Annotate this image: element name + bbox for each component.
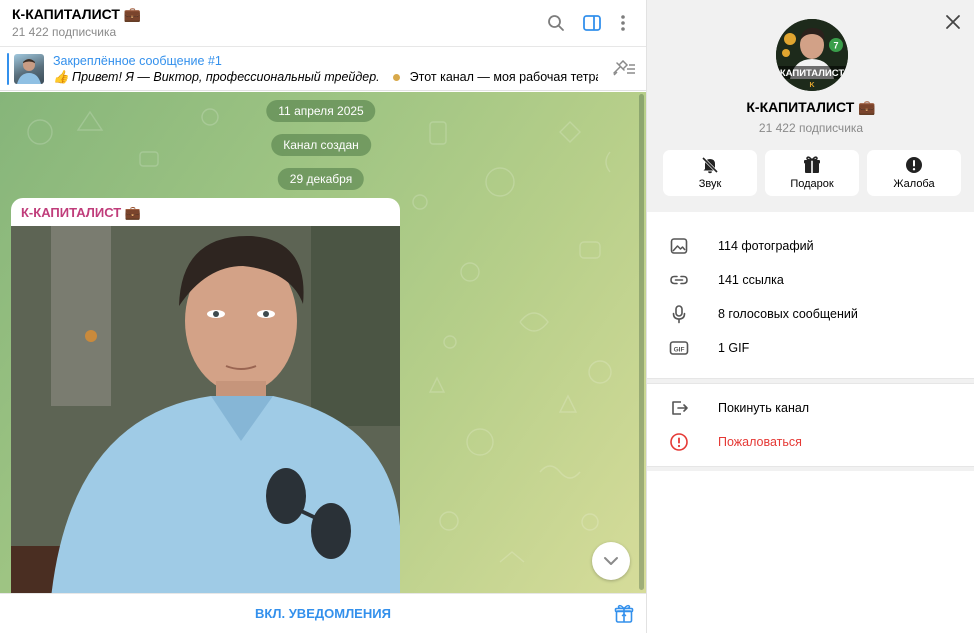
gift-icon[interactable] [614, 604, 634, 624]
pinned-message-bar[interactable]: Закреплённое сообщение #1 👍 Привет! Я — … [0, 47, 646, 91]
leave-channel-label: Покинуть канал [718, 401, 810, 415]
scroll-down-button[interactable] [592, 542, 630, 580]
link-icon [669, 270, 689, 290]
pinned-preview: 👍 Привет! Я — Виктор, профессиональный т… [53, 70, 598, 85]
report-button[interactable]: Жалоба [867, 150, 961, 196]
leave-channel-row[interactable]: Покинуть канал [647, 391, 974, 425]
media-photos-label: 114 фотографий [718, 239, 814, 253]
microphone-icon [669, 304, 689, 324]
chat-title: К-КАПИТАЛИСТ 💼 [12, 6, 142, 22]
report-label: Жалоба [893, 178, 935, 190]
media-photos-row[interactable]: 114 фотографий [647, 229, 974, 263]
pinned-indicator [7, 53, 9, 85]
media-voice-row[interactable]: 8 голосовых сообщений [647, 297, 974, 331]
side-panel-icon[interactable] [581, 12, 603, 34]
channel-actions-list: Покинуть канал Пожаловаться [647, 384, 974, 466]
media-links-label: 141 ссылка [718, 273, 784, 287]
gift-label: Подарок [790, 178, 834, 190]
muted-bell-icon [700, 156, 720, 174]
chat-subscriber-count: 21 422 подписчика [12, 25, 117, 39]
panel-empty-area [647, 471, 974, 633]
svg-text:K: K [809, 82, 814, 89]
more-options-icon[interactable] [612, 12, 634, 34]
post-author[interactable]: К-КАПИТАЛИСТ 💼 [21, 205, 141, 221]
gift-icon [802, 156, 822, 174]
channel-post[interactable]: К-КАПИТАЛИСТ 💼 [11, 198, 400, 593]
mute-button[interactable]: Звук [663, 150, 757, 196]
avatar-badge: 7 [833, 41, 838, 51]
search-icon[interactable] [545, 12, 567, 34]
shared-media-list: 114 фотографий 141 ссылка 8 голосовых со… [647, 212, 974, 378]
chat-wallpaper: 11 апреля 2025 Канал создан 29 декабря К… [0, 92, 646, 593]
scrollbar[interactable] [639, 94, 644, 590]
chevron-down-icon [604, 557, 618, 565]
pinned-list-icon[interactable] [610, 59, 636, 78]
bullet-dot-icon [393, 73, 401, 81]
chat-header[interactable]: К-КАПИТАЛИСТ 💼 21 422 подписчика [0, 0, 646, 47]
media-gif-row[interactable]: GIF 1 GIF [647, 331, 974, 365]
service-message-channel-created: Канал создан [271, 134, 371, 156]
mute-label: Звук [698, 178, 722, 190]
close-icon[interactable] [943, 12, 963, 32]
profile-header: 7 КАПИТАЛИСТ K К-КАПИТАЛИСТ 💼 21 422 под… [647, 0, 974, 211]
channel-avatar[interactable]: 7 КАПИТАЛИСТ K [776, 19, 848, 91]
alert-icon [904, 156, 924, 174]
svg-text:GIF: GIF [674, 346, 685, 353]
chat-panel: К-КАПИТАЛИСТ 💼 21 422 подписчика Закрепл… [0, 0, 646, 633]
date-separator: 11 апреля 2025 [266, 100, 376, 122]
channel-info-panel: 7 КАПИТАЛИСТ K К-КАПИТАЛИСТ 💼 21 422 под… [646, 0, 974, 633]
logout-icon [669, 398, 689, 418]
pinned-preview-rest: Этот канал — моя рабочая тетрадь... [409, 70, 598, 84]
warning-circle-icon [669, 432, 689, 452]
portrait-image [11, 226, 400, 593]
pinned-thumbnail [14, 54, 44, 84]
chat-footer: ВКЛ. УВЕДОМЛЕНИЯ [0, 593, 646, 633]
date-separator: 29 декабря [277, 168, 365, 190]
report-channel-label: Пожаловаться [718, 435, 802, 449]
avatar-label: КАПИТАЛИСТ [780, 68, 844, 79]
pinned-preview-italic: 👍 Привет! Я — Виктор, профессиональный т… [53, 70, 380, 84]
media-voice-label: 8 голосовых сообщений [718, 307, 858, 321]
media-gif-label: 1 GIF [718, 341, 750, 355]
profile-name: К-КАПИТАЛИСТ 💼 [746, 99, 876, 115]
enable-notifications-button[interactable]: ВКЛ. УВЕДОМЛЕНИЯ [0, 594, 646, 633]
report-channel-row[interactable]: Пожаловаться [647, 425, 974, 459]
post-photo[interactable] [11, 226, 400, 593]
pinned-title: Закреплённое сообщение #1 [53, 54, 222, 68]
media-links-row[interactable]: 141 ссылка [647, 263, 974, 297]
photo-icon [669, 236, 689, 256]
profile-subscriber-count: 21 422 подписчика [758, 121, 864, 135]
gif-icon: GIF [669, 338, 689, 358]
gift-button[interactable]: Подарок [765, 150, 859, 196]
